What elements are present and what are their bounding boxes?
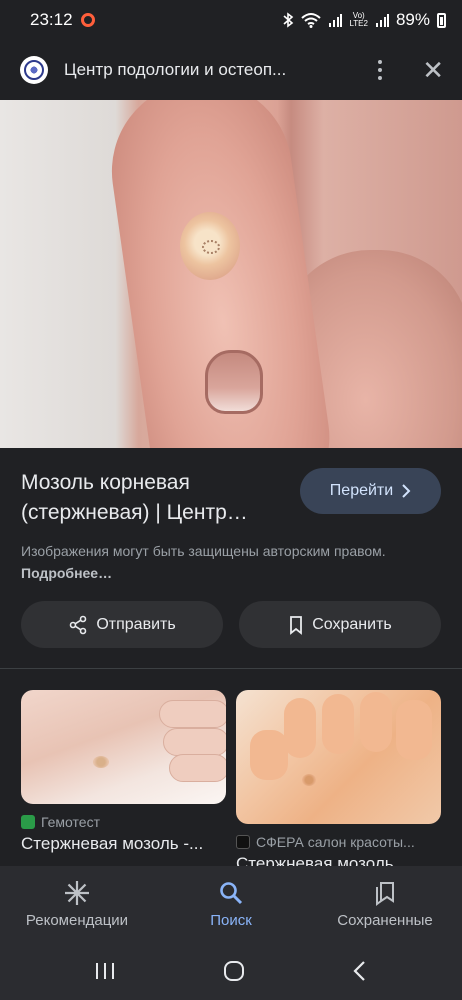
system-navigation <box>0 942 462 1000</box>
battery-icon <box>437 12 446 28</box>
thumb-toe <box>250 730 288 780</box>
volte-lte-indicator: Vo) LTE2 <box>349 12 368 28</box>
discover-asterisk-icon <box>65 880 89 905</box>
thumb-toe <box>360 692 392 752</box>
result-title-line1: Мозоль корневая <box>21 471 190 494</box>
saved-collections-icon <box>376 881 394 906</box>
screen-record-icon <box>80 13 95 27</box>
source-name: Гемотест <box>41 814 100 830</box>
more-vert-icon[interactable] <box>370 60 390 80</box>
thumb-toe <box>322 694 354 754</box>
share-icon <box>70 615 87 634</box>
source-favicon <box>236 835 250 849</box>
recent-apps-icon[interactable] <box>94 961 116 981</box>
visit-label: Перейти <box>329 482 394 499</box>
source-name: СФЕРА салон красоты... <box>256 834 415 850</box>
bluetooth-icon <box>283 12 294 28</box>
thumb-toe <box>169 754 226 782</box>
battery-percent: 89% <box>395 10 430 29</box>
nav-label: Рекомендации <box>25 911 129 929</box>
save-button[interactable]: Сохранить <box>239 601 441 648</box>
result-image[interactable] <box>0 100 462 448</box>
related-card[interactable]: Гемотест Стержневая мозоль -... <box>21 690 226 854</box>
back-icon[interactable] <box>352 960 368 982</box>
share-label: Отправить <box>96 615 176 633</box>
close-icon[interactable]: ✕ <box>422 57 444 83</box>
status-bar: 23:12 Vo) LTE2 89% <box>0 0 462 40</box>
bookmark-icon <box>290 615 303 635</box>
nav-saved[interactable]: Сохраненные <box>308 866 462 942</box>
nav-label: Поиск <box>210 911 252 929</box>
image-viewer-header: Центр подологии и остеоп... ✕ <box>0 40 462 100</box>
thumb-toe <box>396 700 432 760</box>
site-title[interactable]: Центр подологии и остеоп... <box>64 60 314 80</box>
logo-emblem <box>24 60 44 80</box>
related-thumbnail[interactable] <box>21 690 226 804</box>
result-title-line2: (стержневая) | Центр… <box>21 501 248 524</box>
copyright-text: Изображения могут быть защищены авторски… <box>21 543 386 559</box>
related-card[interactable]: СФЕРА салон красоты... Стержневая мозоль <box>236 690 441 866</box>
source-favicon <box>21 815 35 829</box>
thumb-callus <box>93 756 109 768</box>
bottom-navigation: Рекомендации Поиск Сохраненные <box>0 866 462 942</box>
clock: 23:12 <box>30 10 73 29</box>
site-logo[interactable] <box>20 56 48 84</box>
share-button[interactable]: Отправить <box>21 601 223 648</box>
thumb-toe <box>159 700 226 728</box>
related-images: Гемотест Стержневая мозоль -... СФЕРА са… <box>0 670 462 866</box>
visit-button[interactable]: Перейти <box>300 468 441 514</box>
divider <box>0 668 462 669</box>
thumb-toe <box>163 728 226 756</box>
result-info: Мозоль корневая (стержневая) | Центр… Пе… <box>0 448 462 670</box>
image-toenail <box>205 350 263 414</box>
nav-recommendations[interactable]: Рекомендации <box>0 866 154 942</box>
chevron-right-icon <box>402 484 411 498</box>
save-label: Сохранить <box>312 615 392 633</box>
thumb-callus <box>302 774 316 786</box>
status-icons: Vo) LTE2 89% <box>282 10 446 30</box>
more-info-link[interactable]: Подробнее… <box>21 565 112 581</box>
related-source: СФЕРА салон красоты... <box>236 834 441 850</box>
nav-label: Сохраненные <box>337 911 433 929</box>
nav-search[interactable]: Поиск <box>154 866 308 942</box>
home-icon[interactable] <box>223 960 245 982</box>
search-icon <box>220 881 243 904</box>
thumb-toe <box>284 698 316 758</box>
image-callus-core <box>202 240 220 254</box>
related-title[interactable]: Стержневая мозоль <box>236 854 441 866</box>
result-title[interactable]: Мозоль корневая (стержневая) | Центр… <box>21 468 291 528</box>
wifi-icon <box>301 13 322 28</box>
related-title[interactable]: Стержневая мозоль -... <box>21 834 226 854</box>
lte-label: LTE2 <box>349 19 368 28</box>
copyright-notice: Изображения могут быть защищены авторски… <box>21 540 441 584</box>
related-source: Гемотест <box>21 814 226 830</box>
signal-icon-1 <box>329 14 343 27</box>
signal-icon-2 <box>375 14 389 27</box>
related-thumbnail[interactable] <box>236 690 441 824</box>
